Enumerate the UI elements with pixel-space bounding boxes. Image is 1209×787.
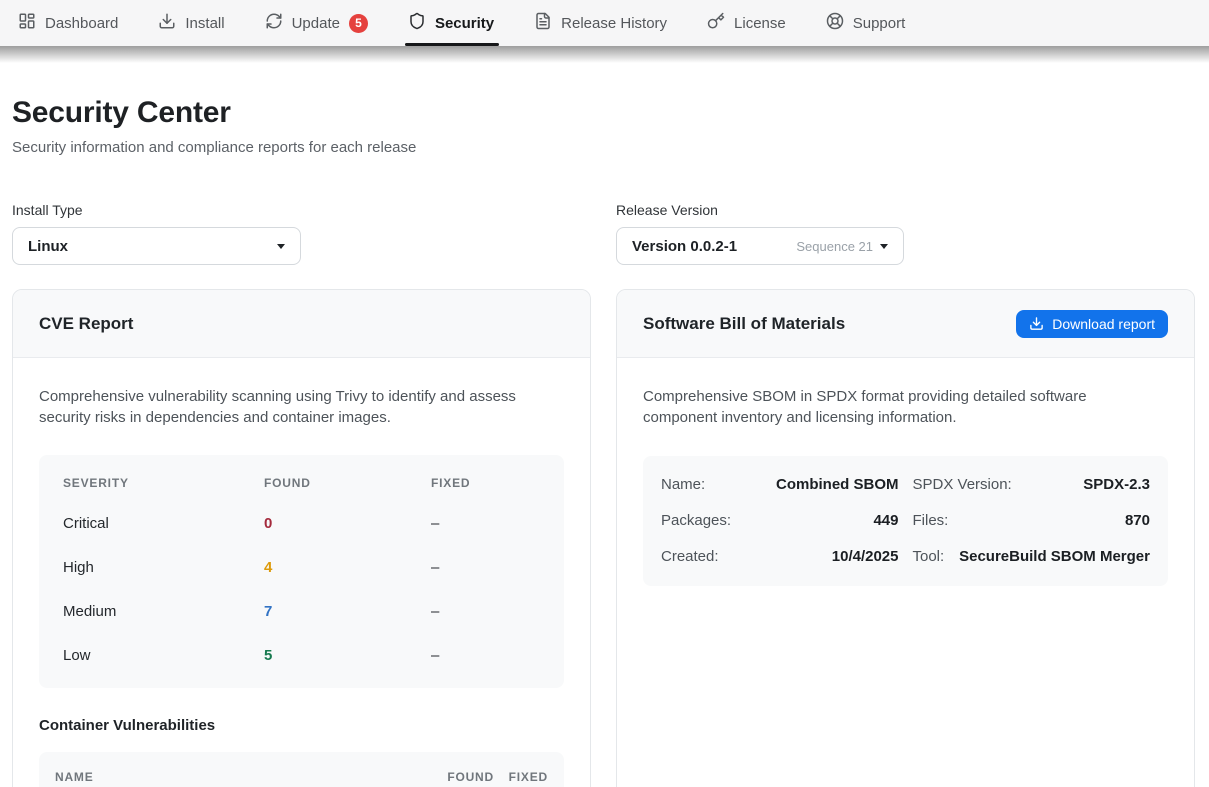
install-type-value: Linux	[28, 238, 68, 255]
sbom-info-grid: Name: Combined SBOM SPDX Version: SPDX-2…	[643, 456, 1168, 586]
cve-card-title: CVE Report	[39, 314, 133, 334]
dashboard-grid-icon	[18, 12, 36, 34]
sbom-name-row: Name: Combined SBOM	[661, 467, 899, 503]
nav-item-install[interactable]: Install	[158, 0, 224, 46]
active-tab-underline	[405, 43, 499, 46]
info-value: SPDX-2.3	[1083, 476, 1150, 493]
cve-card-body: Comprehensive vulnerability scanning usi…	[13, 358, 590, 787]
cards-row: CVE Report Comprehensive vulnerability s…	[12, 289, 1195, 787]
fixed-count: –	[431, 603, 540, 620]
cve-description: Comprehensive vulnerability scanning usi…	[39, 386, 559, 429]
nav-label: Install	[185, 15, 224, 32]
chevron-down-icon	[880, 244, 888, 249]
top-navigation: Dashboard Install Update 5 Security Rele…	[0, 0, 1209, 46]
sbom-card-body: Comprehensive SBOM in SPDX format provid…	[617, 358, 1194, 614]
nav-label: Release History	[561, 15, 667, 32]
info-label: Files:	[913, 512, 949, 529]
found-count: 7	[264, 603, 431, 620]
found-col-header: Found	[408, 762, 494, 787]
info-value: 10/4/2025	[832, 548, 899, 565]
info-label: Packages:	[661, 512, 731, 529]
shield-icon	[408, 12, 426, 34]
info-label: SPDX Version:	[913, 476, 1012, 493]
nav-label: Security	[435, 15, 494, 32]
download-report-button[interactable]: Download report	[1016, 310, 1168, 338]
install-type-select[interactable]: Linux	[12, 227, 301, 265]
info-value: Combined SBOM	[776, 476, 899, 493]
severity-label: Critical	[63, 515, 264, 532]
file-text-icon	[534, 12, 552, 34]
severity-label: Low	[63, 647, 264, 664]
severity-label: High	[63, 559, 264, 576]
severity-label: Medium	[63, 603, 264, 620]
filters-row: Install Type Linux Release Version Versi…	[12, 202, 1195, 265]
info-value: 870	[1125, 512, 1150, 529]
container-vulnerabilities-heading: Container Vulnerabilities	[39, 717, 564, 734]
sbom-created-row: Created: 10/4/2025	[661, 539, 899, 575]
install-type-label: Install Type	[12, 202, 591, 218]
table-row-high: High 4 –	[39, 546, 564, 590]
info-value: SecureBuild SBOM Merger	[959, 548, 1150, 565]
page-subtitle: Security information and compliance repo…	[12, 139, 1195, 156]
found-col-header: Found	[264, 476, 431, 490]
lifebuoy-icon	[826, 12, 844, 34]
release-version-value: Version 0.0.2-1	[632, 238, 737, 255]
fixed-count: –	[431, 647, 540, 664]
chevron-down-icon	[277, 244, 285, 249]
cve-card-header: CVE Report	[13, 290, 590, 358]
release-version-label: Release Version	[616, 202, 1195, 218]
sbom-spdx-version-row: SPDX Version: SPDX-2.3	[913, 467, 1151, 503]
found-count: 4	[264, 559, 431, 576]
table-row-low: Low 5 –	[39, 634, 564, 678]
release-version-select[interactable]: Version 0.0.2-1 Sequence 21	[616, 227, 904, 265]
download-icon	[158, 12, 176, 34]
fixed-col-header: Fixed	[494, 762, 548, 787]
nav-label: License	[734, 15, 786, 32]
nav-label: Dashboard	[45, 15, 118, 32]
refresh-icon	[265, 12, 283, 34]
update-count-badge: 5	[349, 14, 368, 33]
severity-table-header: Severity Found Fixed	[39, 464, 564, 502]
nav-item-license[interactable]: License	[707, 0, 786, 46]
nav-item-release-history[interactable]: Release History	[534, 0, 667, 46]
install-type-filter: Install Type Linux	[12, 202, 591, 265]
download-icon	[1029, 316, 1044, 331]
nav-label: Support	[853, 15, 906, 32]
sbom-card-header: Software Bill of Materials Download repo…	[617, 290, 1194, 358]
cve-report-card: CVE Report Comprehensive vulnerability s…	[12, 289, 591, 787]
page-title: Security Center	[12, 96, 1195, 130]
table-row-critical: Critical 0 –	[39, 502, 564, 546]
sbom-tool-row: Tool: SecureBuild SBOM Merger	[913, 539, 1151, 575]
container-vulnerabilities-table-header: Name Found Fixed	[39, 752, 564, 787]
key-icon	[707, 12, 725, 34]
nav-item-support[interactable]: Support	[826, 0, 906, 46]
severity-table: Severity Found Fixed Critical 0 – High 4…	[39, 455, 564, 688]
fixed-count: –	[431, 559, 540, 576]
nav-item-update[interactable]: Update 5	[265, 0, 368, 46]
info-label: Name:	[661, 476, 705, 493]
nav-item-dashboard[interactable]: Dashboard	[18, 0, 118, 46]
sbom-files-row: Files: 870	[913, 503, 1151, 539]
info-label: Created:	[661, 548, 719, 565]
found-count: 5	[264, 647, 431, 664]
main-content: Security Center Security information and…	[0, 96, 1209, 787]
sequence-hint: Sequence 21	[796, 239, 873, 254]
table-row-medium: Medium 7 –	[39, 590, 564, 634]
nav-label: Update	[292, 15, 340, 32]
release-version-filter: Release Version Version 0.0.2-1 Sequence…	[616, 202, 1195, 265]
name-col-header: Name	[55, 762, 408, 787]
found-count: 0	[264, 515, 431, 532]
download-report-label: Download report	[1052, 316, 1155, 332]
info-label: Tool:	[913, 548, 945, 565]
severity-col-header: Severity	[63, 476, 264, 490]
sbom-description: Comprehensive SBOM in SPDX format provid…	[643, 386, 1163, 429]
sbom-packages-row: Packages: 449	[661, 503, 899, 539]
fixed-col-header: Fixed	[431, 476, 540, 490]
nav-shadow-band	[0, 46, 1209, 63]
info-value: 449	[873, 512, 898, 529]
sbom-card: Software Bill of Materials Download repo…	[616, 289, 1195, 787]
fixed-count: –	[431, 515, 540, 532]
nav-item-security[interactable]: Security	[408, 0, 494, 46]
sbom-card-title: Software Bill of Materials	[643, 314, 845, 334]
